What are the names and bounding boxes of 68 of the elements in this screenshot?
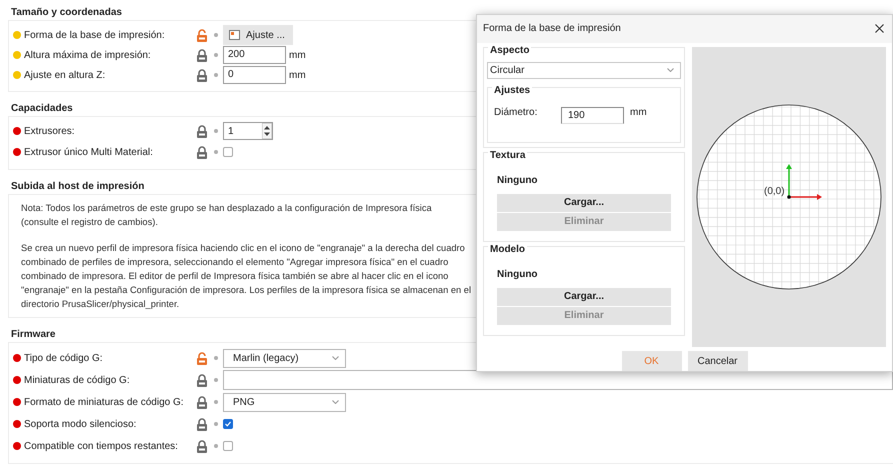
padlock-icon[interactable] xyxy=(196,418,208,430)
dot-icon[interactable] xyxy=(214,422,218,426)
chevron-down-icon xyxy=(332,356,339,360)
section-title: Firmware xyxy=(11,328,56,342)
dot-icon[interactable] xyxy=(214,150,218,154)
file-name: Ninguno xyxy=(497,268,539,280)
setting-label: Ajuste en altura Z: xyxy=(24,70,106,80)
close-icon[interactable] xyxy=(875,24,884,34)
padlock-icon[interactable] xyxy=(196,374,208,386)
setting-label: Extrusor único Multi Material: xyxy=(24,146,154,158)
padlock-icon[interactable] xyxy=(196,146,208,158)
input-field[interactable]: 0 xyxy=(223,66,286,84)
chevron-down-icon xyxy=(667,68,674,72)
dropdown[interactable]: PNG xyxy=(223,392,346,412)
dot-icon[interactable] xyxy=(214,129,218,133)
checkbox[interactable] xyxy=(223,441,233,451)
setting-label: Forma de la base de impresión: xyxy=(24,30,166,40)
spin-arrows-icon[interactable] xyxy=(262,123,272,139)
padlock-icon[interactable] xyxy=(196,124,208,138)
chevron-down-icon xyxy=(332,400,339,404)
padlock-icon[interactable] xyxy=(196,396,208,408)
open-padlock-icon[interactable] xyxy=(196,352,208,364)
checkbox[interactable] xyxy=(223,419,233,429)
setting-label: Soporta modo silencioso: xyxy=(24,418,138,430)
note-text: Nota: Todos los parámetros de este grupo se han desplazado a la configuración de Impresora física (consulte el registro de cambios). xyxy=(21,202,433,229)
file-name: Ninguno xyxy=(497,174,539,186)
section-title: Tamaño y coordenadas xyxy=(11,6,122,20)
group-title: Aspecto xyxy=(488,44,532,56)
image-icon xyxy=(229,30,240,40)
spin-field[interactable]: 1 xyxy=(223,122,273,140)
padlock-icon[interactable] xyxy=(196,68,208,82)
dot-icon[interactable] xyxy=(214,73,218,77)
dot-icon[interactable] xyxy=(214,33,218,37)
setting-label: Compatible con tiempos restantes: xyxy=(24,440,179,452)
cancel-button[interactable]: Cancelar xyxy=(688,351,748,371)
file-button[interactable]: Cargar... xyxy=(497,288,671,306)
dot-icon[interactable] xyxy=(214,378,218,382)
section-title: Capacidades xyxy=(11,102,73,116)
dot-icon[interactable] xyxy=(214,444,218,448)
group-title: Ajustes xyxy=(492,84,532,96)
setting-label: Altura máxima de impresión: xyxy=(24,50,152,60)
dot-icon[interactable] xyxy=(214,356,218,360)
setting-label: Extrusores: xyxy=(24,126,76,136)
note-text: Se crea un nuevo perfil de impresora física haciendo clic en el icono de "engranaje" a la derecha del cuadro combinado de perfiles de impresora, seleccionando el elemento "Agregar impresora física" en el cuadro combinado de impresora. El editor de perfil de Impresora física también se abre al hacer clic en el icono "engranaje" en la pestaña Configuración de impresora. Los perfiles de la impresora física se almacenan en el directorio PrusaSlicer/physical_printer. xyxy=(21,242,471,311)
unit-label: mm xyxy=(289,50,306,60)
unit-label: mm xyxy=(630,106,647,118)
padlock-icon[interactable] xyxy=(196,440,208,452)
dot-icon[interactable] xyxy=(214,400,218,404)
setting-label: Miniaturas de código G: xyxy=(24,374,131,386)
padlock-icon[interactable] xyxy=(196,48,208,62)
file-button[interactable]: Cargar... xyxy=(497,194,671,212)
group-title: Modelo xyxy=(488,244,527,255)
dot-icon[interactable] xyxy=(214,53,218,57)
checkbox[interactable] xyxy=(223,147,233,157)
unit-label: mm xyxy=(289,70,306,80)
setting-label: Tipo de código G: xyxy=(24,352,104,364)
dropdown[interactable]: Circular xyxy=(487,62,681,79)
setting-label: Formato de miniaturas de código G: xyxy=(24,396,185,408)
settings-button[interactable]: Ajuste ... xyxy=(223,25,293,45)
group-title: Textura xyxy=(488,150,528,161)
input-field[interactable]: 190 xyxy=(561,106,624,124)
field-label: Diámetro: xyxy=(494,106,538,118)
dialog-title: Forma de la base de impresión xyxy=(483,23,621,34)
dropdown[interactable]: Marlin (legacy) xyxy=(223,348,346,368)
section-title: Subida al host de impresión xyxy=(11,180,144,194)
origin-label: (0,0) xyxy=(764,186,785,197)
input-field[interactable]: 200 xyxy=(223,46,286,64)
open-padlock-icon[interactable] xyxy=(196,28,208,42)
